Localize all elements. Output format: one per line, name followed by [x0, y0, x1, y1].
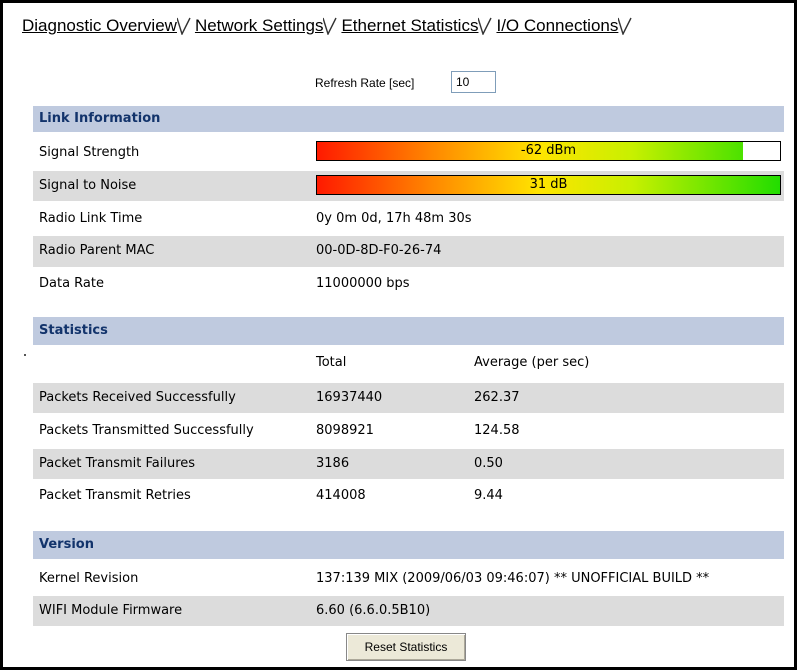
statistics-header: Statistics [33, 317, 784, 345]
radio-link-time-label: Radio Link Time [39, 211, 143, 226]
stray-dot [24, 354, 26, 356]
tab-separator-icon [478, 17, 493, 35]
tab-separator-icon [176, 17, 191, 35]
kernel-revision-label: Kernel Revision [39, 571, 139, 586]
tab-bar: Diagnostic Overview Network Settings Ether… [18, 15, 794, 37]
signal-noise-row: Signal to Noise 31 dB [33, 171, 784, 201]
stat-average: 9.44 [474, 488, 503, 503]
version-header: Version [33, 531, 784, 559]
section-title: Version [39, 537, 94, 552]
column-header-total: Total [316, 355, 347, 370]
refresh-rate-input[interactable] [451, 71, 496, 93]
wifi-firmware-row: WIFI Module Firmware 6.60 (6.6.0.5B10) [33, 596, 784, 626]
radio-parent-mac-row: Radio Parent MAC 00-0D-8D-F0-26-74 [33, 236, 784, 267]
signal-noise-label: Signal to Noise [39, 178, 137, 193]
table-row: Packet Transmit Retries 414008 9.44 [33, 481, 784, 511]
stat-label: Packet Transmit Retries [39, 488, 191, 503]
kernel-revision-row: Kernel Revision 137:139 MIX (2009/06/03 … [33, 564, 784, 594]
stat-total: 3186 [316, 456, 350, 471]
radio-link-time-value: 0y 0m 0d, 17h 48m 30s [316, 211, 472, 226]
section-title: Link Information [39, 111, 161, 126]
tab-separator-icon [618, 17, 633, 35]
radio-link-time-row: Radio Link Time 0y 0m 0d, 17h 48m 30s [33, 204, 784, 234]
stat-total: 414008 [316, 488, 366, 503]
table-row: Packets Received Successfully 16937440 2… [33, 383, 784, 413]
tab-separator-icon [323, 17, 338, 35]
diagnostics-panel: Diagnostic Overview Network Settings Ether… [0, 0, 797, 670]
signal-noise-value: 31 dB [529, 177, 568, 192]
tab-ethernet-statistics[interactable]: Ethernet Statistics [337, 15, 493, 37]
signal-strength-label: Signal Strength [39, 145, 140, 160]
stat-average: 0.50 [474, 456, 503, 471]
tab-network-settings[interactable]: Network Settings [191, 15, 338, 37]
stat-total: 8098921 [316, 423, 374, 438]
tab-diagnostic-overview[interactable]: Diagnostic Overview [18, 15, 191, 37]
table-row: Packet Transmit Failures 3186 0.50 [33, 449, 784, 479]
data-rate-label: Data Rate [39, 276, 104, 291]
stat-label: Packet Transmit Failures [39, 456, 196, 471]
stat-label: Packets Transmitted Successfully [39, 423, 254, 438]
data-rate-row: Data Rate 11000000 bps [33, 269, 784, 299]
tab-io-connections[interactable]: I/O Connections [492, 15, 633, 37]
signal-strength-row: Signal Strength -62 dBm [33, 138, 784, 166]
kernel-revision-value: 137:139 MIX (2009/06/03 09:46:07) ** UNO… [316, 571, 710, 586]
wifi-firmware-value: 6.60 (6.6.0.5B10) [316, 603, 431, 618]
stat-average: 262.37 [474, 390, 520, 405]
section-title: Statistics [39, 323, 108, 338]
tab-label: I/O Connections [496, 16, 619, 35]
wifi-firmware-label: WIFI Module Firmware [39, 603, 183, 618]
stat-total: 16937440 [316, 390, 383, 405]
column-header-average: Average (per sec) [474, 355, 590, 370]
radio-parent-mac-value: 00-0D-8D-F0-26-74 [316, 243, 442, 258]
tab-label: Network Settings [194, 16, 324, 35]
radio-parent-mac-label: Radio Parent MAC [39, 243, 155, 258]
data-rate-value: 11000000 bps [316, 276, 410, 291]
signal-strength-value: -62 dBm [520, 143, 577, 158]
refresh-rate-label: Refresh Rate [sec] [315, 76, 415, 90]
tab-label: Ethernet Statistics [341, 16, 479, 35]
table-row: Packets Transmitted Successfully 8098921… [33, 416, 784, 446]
reset-statistics-button[interactable]: Reset Statistics [346, 633, 466, 661]
link-information-header: Link Information [33, 106, 784, 132]
tab-label: Diagnostic Overview [22, 16, 177, 35]
stat-average: 124.58 [474, 423, 520, 438]
signal-strength-bar: -62 dBm [316, 141, 781, 161]
stat-label: Packets Received Successfully [39, 390, 236, 405]
statistics-column-headers: Total Average (per sec) [33, 348, 784, 378]
signal-noise-bar: 31 dB [316, 175, 781, 195]
